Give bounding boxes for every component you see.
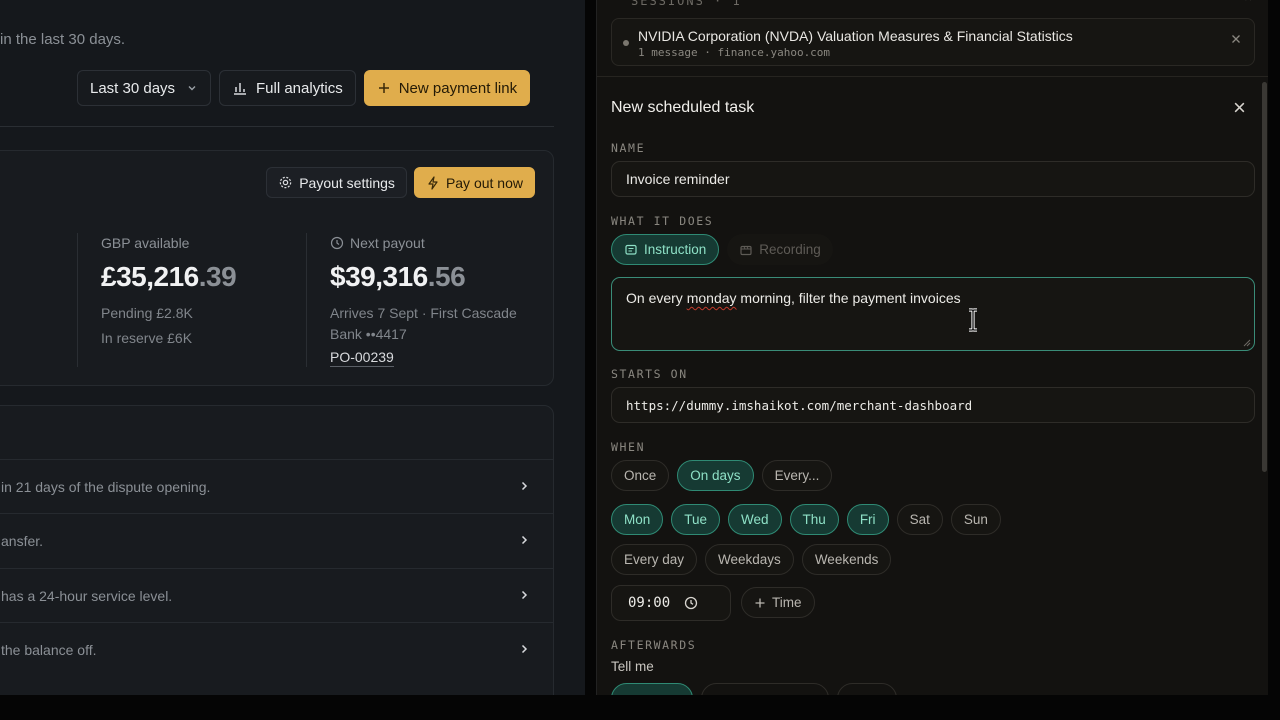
- misspelled-word: monday: [686, 290, 737, 306]
- instruction-textarea[interactable]: On every monday morning, filter the paym…: [611, 277, 1255, 351]
- every-option[interactable]: Every...: [761, 460, 833, 491]
- payout-settings-button[interactable]: Payout settings: [266, 167, 407, 198]
- recording-icon: [740, 245, 752, 255]
- add-time-button[interactable]: Time: [741, 587, 815, 618]
- next-payout: Next payout $39,316.56 Arrives 7 Sept · …: [330, 235, 517, 367]
- plus-icon: [378, 83, 389, 93]
- date-range-select[interactable]: Last 30 days: [77, 70, 211, 106]
- chevron-down-icon: [188, 86, 196, 91]
- merchant-dashboard: in the last 30 days. Last 30 days Full a…: [0, 0, 585, 695]
- chevron-right-icon: [521, 590, 528, 600]
- chevron-right-icon: [521, 535, 528, 545]
- next-payout-amount: $39,316.56: [330, 261, 466, 292]
- list-item[interactable]: has a 24-hour service level.: [0, 568, 554, 622]
- task-title: New scheduled task: [611, 99, 755, 116]
- day-mon[interactable]: Mon: [611, 504, 664, 535]
- close-icon[interactable]: [1233, 101, 1246, 114]
- column-divider: [306, 233, 307, 367]
- day-presets: Every day Weekdays Weekends: [611, 544, 892, 575]
- text-cursor-icon: [969, 308, 977, 332]
- day-selector: Mon Tue Wed Thu Fri Sat Sun: [611, 504, 1001, 535]
- session-status-dot: [623, 40, 629, 46]
- full-analytics-button[interactable]: Full analytics: [219, 70, 356, 106]
- notify-option[interactable]: [611, 683, 693, 695]
- scrollbar[interactable]: [1261, 82, 1268, 472]
- page-subtitle: in the last 30 days.: [0, 31, 126, 48]
- instruction-tab[interactable]: Instruction: [611, 234, 720, 265]
- chevron-right-icon: [521, 644, 528, 654]
- gbp-amount: £35,216.39: [101, 261, 237, 292]
- payout-reference-link[interactable]: PO-00239: [330, 349, 394, 367]
- day-fri[interactable]: Fri: [846, 504, 889, 535]
- date-range-label: Last 30 days: [90, 79, 176, 97]
- session-meta: 1 message · finance.yahoo.com: [638, 46, 831, 59]
- notify-option[interactable]: [701, 683, 829, 695]
- preset-weekdays[interactable]: Weekdays: [705, 544, 794, 575]
- tell-me-label: Tell me: [611, 659, 654, 674]
- when-label: WHEN: [611, 440, 646, 454]
- screen: in the last 30 days. Last 30 days Full a…: [0, 0, 1280, 720]
- gear-icon: [279, 176, 292, 189]
- time-input[interactable]: 09:00: [611, 585, 731, 621]
- preset-weekends[interactable]: Weekends: [801, 544, 892, 575]
- resize-handle-icon[interactable]: [1243, 339, 1251, 347]
- list-item[interactable]: in 21 days of the dispute opening.: [0, 459, 554, 513]
- session-item[interactable]: NVIDIA Corporation (NVDA) Valuation Meas…: [611, 18, 1255, 66]
- afterwards-label: AFTERWARDS: [611, 638, 697, 652]
- close-icon[interactable]: [1230, 33, 1242, 45]
- clock-icon[interactable]: [684, 596, 698, 610]
- day-thu[interactable]: Thu: [789, 504, 839, 535]
- bar-chart-icon: [234, 83, 246, 95]
- notify-option[interactable]: [837, 683, 897, 695]
- info-list-card: in 21 days of the dispute opening. ansfe…: [0, 405, 554, 695]
- day-sun[interactable]: Sun: [950, 504, 1001, 535]
- frequency-options: Once On days Every...: [611, 460, 833, 491]
- clock-icon: [330, 236, 344, 250]
- plus-icon: [755, 598, 765, 607]
- sessions-header: SESSIONS · 1: [631, 0, 742, 8]
- once-option[interactable]: Once: [611, 460, 670, 491]
- task-panel: SESSIONS · 1 ⌃ NVIDIA Corporation (NVDA)…: [596, 0, 1268, 695]
- name-field[interactable]: Invoice reminder: [611, 161, 1255, 197]
- day-wed[interactable]: Wed: [728, 504, 782, 535]
- lightning-icon: [428, 175, 438, 190]
- list-item[interactable]: ansfer.: [0, 513, 554, 567]
- name-label: NAME: [611, 141, 646, 155]
- pay-out-now-button[interactable]: Pay out now: [413, 167, 535, 198]
- chevron-right-icon: [521, 481, 528, 491]
- list-item[interactable]: the balance off.: [0, 622, 554, 676]
- day-sat[interactable]: Sat: [896, 504, 943, 535]
- column-divider: [77, 233, 78, 367]
- what-label: WHAT IT DOES: [611, 214, 714, 228]
- mode-toggle: Instruction Recording: [611, 234, 833, 265]
- day-tue[interactable]: Tue: [671, 504, 721, 535]
- preset-every-day[interactable]: Every day: [611, 544, 698, 575]
- recording-tab[interactable]: Recording: [727, 234, 833, 265]
- new-payment-link-button[interactable]: New payment link: [363, 70, 531, 106]
- collapse-icon[interactable]: ⌃: [1242, 0, 1254, 11]
- starts-url-field[interactable]: https://dummy.imshaikot.com/merchant-das…: [611, 387, 1255, 423]
- notify-options: [611, 683, 897, 695]
- divider: [597, 76, 1268, 77]
- balance-card: Payout settings Pay out now GBP availabl…: [0, 150, 554, 386]
- divider: [0, 126, 554, 127]
- session-title: NVIDIA Corporation (NVDA) Valuation Meas…: [638, 28, 1073, 44]
- gbp-balance: GBP available £35,216.39 Pending £2.8K I…: [101, 235, 237, 346]
- message-icon: [625, 244, 637, 255]
- starts-label: STARTS ON: [611, 367, 688, 381]
- dashboard-toolbar: Last 30 days Full analytics New payment …: [77, 70, 531, 106]
- on-days-option[interactable]: On days: [677, 460, 754, 491]
